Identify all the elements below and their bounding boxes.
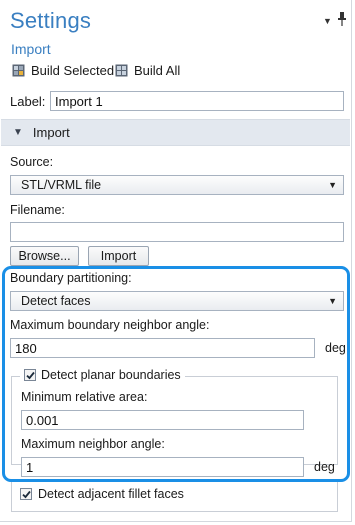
label-field-label: Label:	[10, 94, 46, 109]
pin-icon[interactable]	[337, 12, 347, 26]
detect-planar-boundaries-row: Detect planar boundaries	[20, 368, 185, 382]
source-label: Source:	[10, 155, 54, 169]
max-neighbor-angle-unit: deg	[314, 460, 335, 474]
build-all-icon	[115, 64, 128, 76]
build-all-label: Build All	[134, 62, 181, 78]
source-value: STL/VRML file	[21, 178, 102, 192]
build-selected-button[interactable]: Build Selected	[12, 61, 114, 79]
panel-menu-arrow-icon[interactable]: ▼	[323, 16, 332, 26]
dropdown-chevron-icon: ▼	[328, 180, 337, 190]
max-neighbor-angle-input[interactable]	[21, 457, 304, 477]
boundary-partitioning-value: Detect faces	[21, 294, 91, 308]
settings-panel: Settings ▼ Import Build Selected Build A…	[0, 0, 352, 522]
filename-label: Filename:	[10, 203, 65, 217]
boundary-partitioning-select[interactable]: Detect faces ▼	[10, 291, 344, 311]
detect-planar-boundaries-label: Detect planar boundaries	[41, 368, 181, 382]
node-type-label: Import	[11, 41, 51, 57]
min-relative-area-input[interactable]	[21, 410, 304, 430]
detect-fillet-checkbox[interactable]	[20, 488, 32, 500]
build-selected-label: Build Selected	[31, 62, 115, 78]
import-section-title: Import	[32, 125, 70, 140]
detect-fillet-row: Detect adjacent fillet faces	[20, 487, 184, 501]
label-input[interactable]	[50, 91, 344, 111]
collapse-triangle-icon: ▼	[13, 127, 23, 138]
max-neighbor-angle-label: Maximum neighbor angle:	[21, 437, 165, 451]
detect-planar-boundaries-checkbox[interactable]	[24, 369, 36, 381]
panel-title: Settings	[10, 8, 92, 33]
detect-fillet-label: Detect adjacent fillet faces	[38, 487, 184, 501]
max-boundary-neighbor-angle-input[interactable]	[10, 338, 315, 358]
build-all-button[interactable]: Build All	[115, 61, 180, 79]
filename-input[interactable]	[10, 222, 344, 242]
dropdown-chevron-icon: ▼	[328, 296, 337, 306]
checkmark-icon	[21, 490, 31, 498]
source-select[interactable]: STL/VRML file ▼	[10, 175, 344, 195]
max-boundary-neighbor-angle-label: Maximum boundary neighbor angle:	[10, 318, 210, 332]
max-boundary-neighbor-angle-unit: deg	[325, 341, 346, 355]
checkmark-icon	[25, 371, 35, 379]
import-button[interactable]: Import	[88, 246, 149, 266]
boundary-partitioning-label: Boundary partitioning:	[10, 271, 132, 285]
build-selected-icon	[12, 64, 25, 76]
min-relative-area-label: Minimum relative area:	[21, 390, 148, 404]
browse-button[interactable]: Browse...	[10, 246, 79, 266]
import-section-header[interactable]: ▼ Import	[1, 119, 350, 146]
